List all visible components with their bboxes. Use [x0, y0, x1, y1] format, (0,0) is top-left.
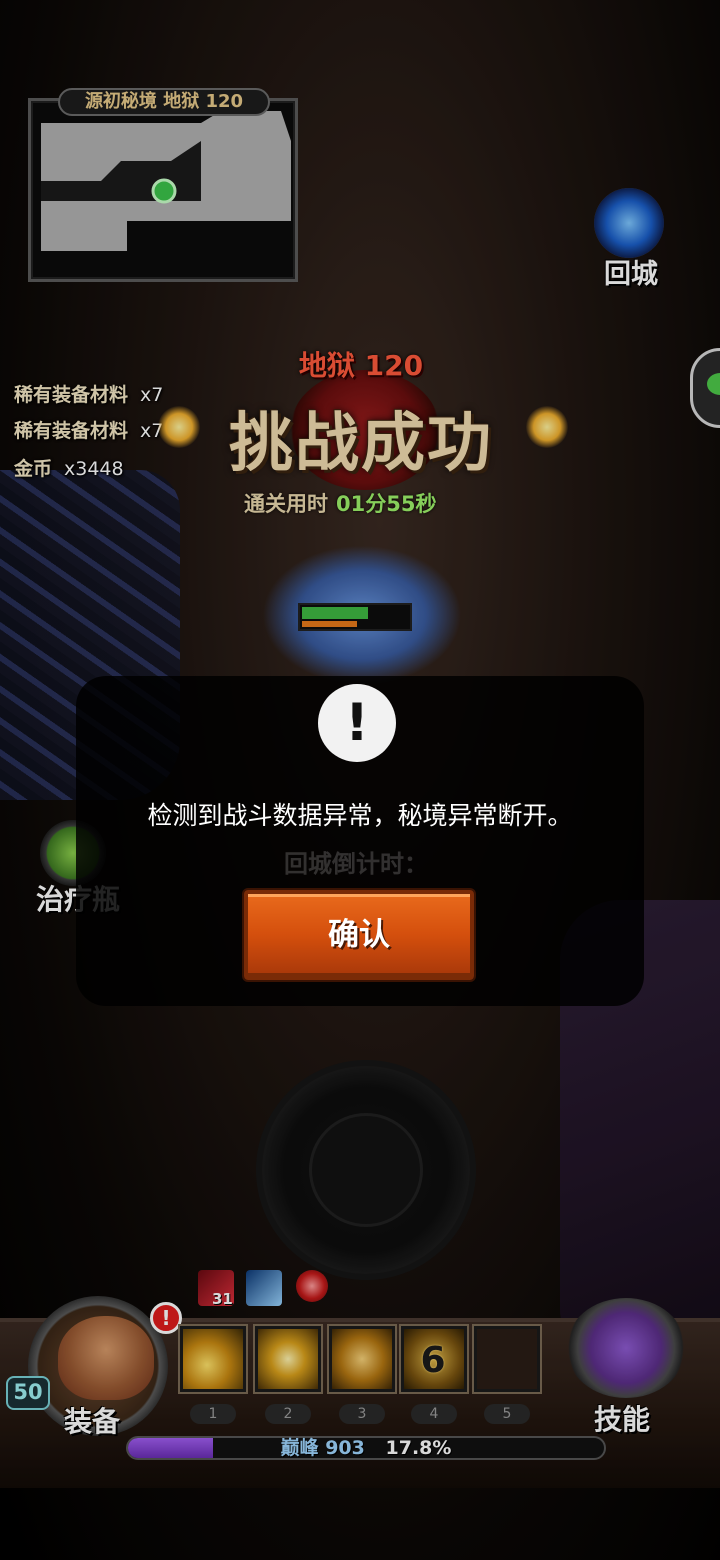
confirm-button[interactable]: 确认 — [244, 890, 474, 980]
dialog-message: 检测到战斗数据异常，秘境异常断开。 — [147, 801, 573, 830]
background-countdown-text: 回城倒计时： — [284, 850, 428, 878]
game-scene: 源初秘境 地狱 120 稀有装备材料 x7 稀有装备材料 x7 金币 x3448 地狱… — [0, 0, 720, 1560]
warning-icon: ! — [318, 684, 396, 762]
